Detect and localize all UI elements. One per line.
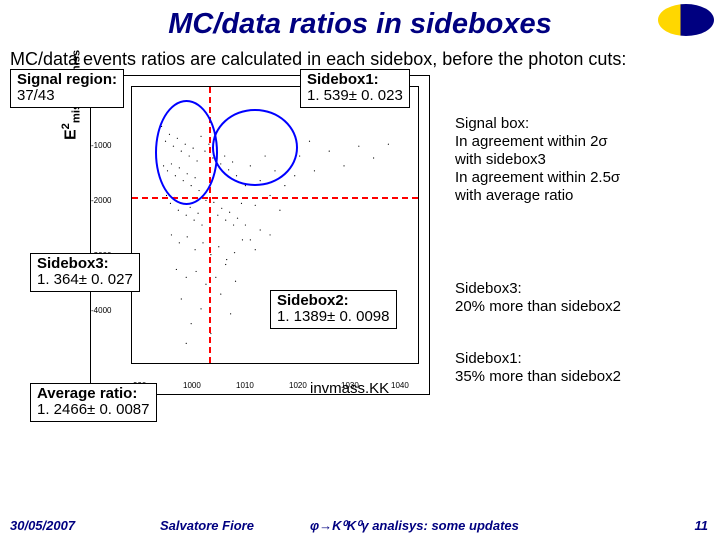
signal-ellipse <box>155 100 218 205</box>
x-axis-label: invmass.KK <box>310 380 389 397</box>
footer-date: 30/05/2007 <box>10 518 75 533</box>
xtick: 1010 <box>236 381 254 390</box>
sidebox3-box: Sidebox3: 1. 364± 0. 027 <box>30 253 140 292</box>
signal-region-value: 37/43 <box>17 87 55 104</box>
content-area: 0 -1000 -2000 -3000 -4000 990 1000 1010 … <box>0 75 720 425</box>
sidebox2-label: Sidebox2: <box>277 292 349 309</box>
sidebox1-value: 1. 539± 0. 023 <box>307 87 403 104</box>
average-ratio-value: 1. 2466± 0. 0087 <box>37 401 150 418</box>
sidebox1-box: Sidebox1: 1. 539± 0. 023 <box>300 69 410 108</box>
signal-region-label: Signal region: <box>17 71 117 88</box>
sidebox3-label: Sidebox3: <box>37 255 109 272</box>
sidebox1-annotation: Sidebox1: 35% more than sidebox2 <box>455 350 705 386</box>
average-ratio-label: Average ratio: <box>37 385 137 402</box>
sidebox3-value: 1. 364± 0. 027 <box>37 271 133 288</box>
ytick: -1000 <box>91 141 111 150</box>
signal-region-box: Signal region: 37/43 <box>10 69 124 108</box>
sidebox1-ellipse <box>212 109 298 186</box>
scatter-plot: 0 -1000 -2000 -3000 -4000 990 1000 1010 … <box>90 75 430 395</box>
footer-author: Salvatore Fiore <box>160 518 254 533</box>
sidebox3-annotation: Sidebox3: 20% more than sidebox2 <box>455 280 705 316</box>
signalbox-annotation: Signal box: In agreement within 2σ with … <box>455 115 705 205</box>
page-title: MC/data ratios in sideboxes <box>0 0 720 43</box>
average-ratio-box: Average ratio: 1. 2466± 0. 0087 <box>30 383 157 422</box>
sidebox1-label: Sidebox1: <box>307 71 379 88</box>
footer: 30/05/2007 Salvatore Fiore φ→K⁰K⁰γ anali… <box>0 518 720 536</box>
ytick: -4000 <box>91 306 111 315</box>
sidebox2-box: Sidebox2: 1. 1389± 0. 0098 <box>270 290 397 329</box>
ytick: -2000 <box>91 196 111 205</box>
footer-topic: φ→K⁰K⁰γ analisys: some updates <box>310 518 519 534</box>
footer-page: 11 <box>695 518 709 533</box>
brand-logo <box>658 4 714 36</box>
xtick: 1020 <box>289 381 307 390</box>
sidebox2-value: 1. 1389± 0. 0098 <box>277 308 390 325</box>
xtick: 1000 <box>183 381 201 390</box>
xtick: 1040 <box>391 381 409 390</box>
